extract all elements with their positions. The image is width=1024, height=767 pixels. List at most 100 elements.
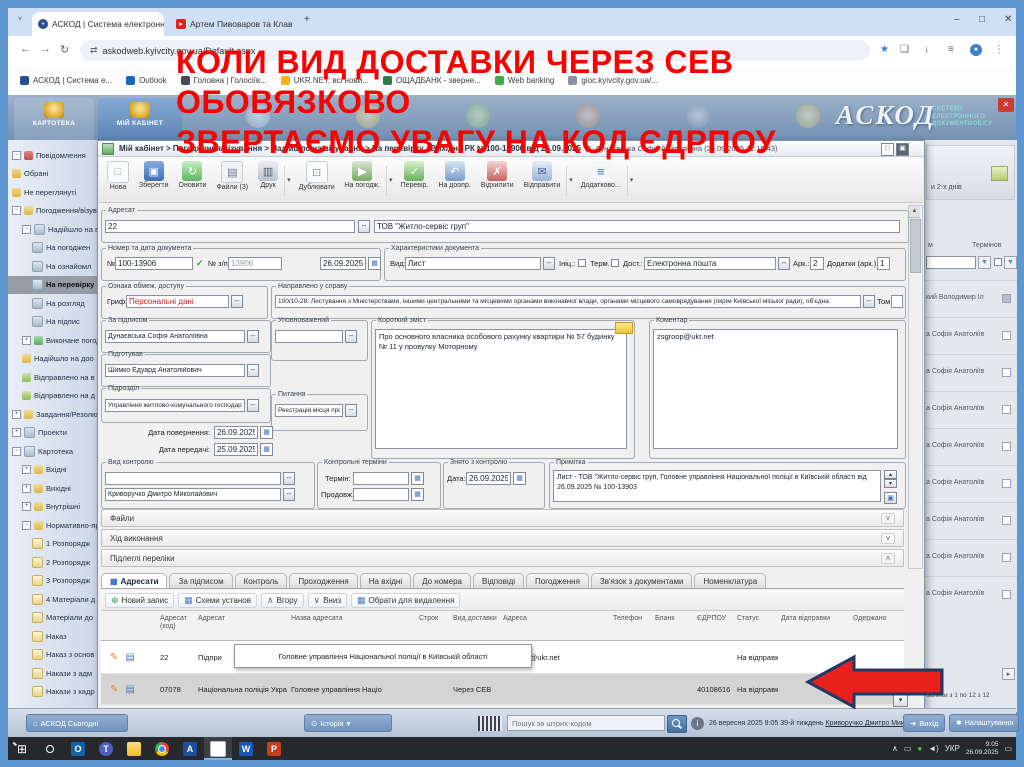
toolbar-button-refresh[interactable]: ↻ Оновити bbox=[175, 160, 211, 190]
grid-toolbar-button[interactable]: ⊕ Новий запис bbox=[105, 592, 175, 608]
tree-expander-icon[interactable]: − bbox=[12, 150, 21, 160]
signed-by-lookup-button[interactable]: -- bbox=[247, 330, 259, 343]
tree-expander-icon[interactable]: − bbox=[12, 206, 21, 216]
case-lookup-button[interactable]: -- bbox=[863, 295, 875, 308]
filter-input[interactable] bbox=[926, 256, 976, 269]
dropdown-arrow-icon[interactable]: ▾ bbox=[566, 166, 575, 196]
clock[interactable]: 9:05 26.09.2025 bbox=[966, 741, 999, 756]
forward-icon[interactable]: → bbox=[40, 43, 51, 55]
taskbar-search-icon[interactable] bbox=[36, 737, 64, 760]
tab-4[interactable]: Проходження bbox=[289, 573, 358, 588]
tab-7[interactable]: Відповіді bbox=[473, 573, 525, 588]
sidebar-item[interactable]: 2 Розпорядж bbox=[8, 553, 97, 572]
filter-checkbox[interactable] bbox=[994, 258, 1002, 266]
controller-lookup-button[interactable]: -- bbox=[283, 488, 295, 501]
pages-input[interactable] bbox=[810, 257, 824, 270]
askod-app-icon[interactable]: A bbox=[176, 737, 204, 760]
back-icon[interactable]: ← bbox=[20, 43, 31, 55]
column-header[interactable]: Одержано bbox=[850, 611, 904, 640]
grid-toolbar-button[interactable]: ▦ Обрати для видалення bbox=[350, 592, 461, 608]
form-scrollbar[interactable]: ▲ bbox=[908, 205, 923, 569]
tab-1[interactable]: ▦ Адресати bbox=[101, 573, 168, 588]
language-indicator[interactable]: УКР bbox=[945, 744, 960, 753]
transfer-date-input[interactable] bbox=[214, 443, 258, 456]
sidebar-item[interactable]: На перевірку bbox=[8, 275, 97, 294]
tree-expander-icon[interactable]: + bbox=[22, 483, 31, 493]
section-bar[interactable]: Підлеглі переліки ˄ bbox=[101, 549, 904, 567]
tree-expander-icon[interactable]: − bbox=[12, 446, 21, 456]
column-header[interactable]: ЄДРПОУ bbox=[694, 611, 734, 640]
powerpoint-app-icon[interactable]: P bbox=[260, 737, 288, 760]
column-header[interactable]: Назва адресата bbox=[288, 611, 416, 640]
sidebar-item[interactable]: − Нормативно-пра bbox=[8, 516, 97, 535]
checkbox[interactable] bbox=[1002, 590, 1011, 599]
save-note-icon[interactable]: ▣ bbox=[884, 492, 897, 504]
checkbox[interactable] bbox=[1002, 331, 1011, 340]
chevron-icon[interactable]: ˅ bbox=[881, 512, 895, 524]
doc-number-input[interactable] bbox=[115, 257, 193, 270]
checkbox[interactable] bbox=[1002, 405, 1011, 414]
tree-expander-icon[interactable]: + bbox=[22, 465, 31, 475]
term-date-input[interactable] bbox=[353, 472, 409, 485]
sidebar-item[interactable]: − Надійшло на візу bbox=[8, 220, 97, 239]
display-icon[interactable]: ▭ bbox=[904, 744, 912, 753]
settings-button[interactable]: ✱ Налаштування bbox=[949, 714, 1019, 732]
sidebar-item[interactable]: Обрані bbox=[8, 165, 97, 184]
calendar-icon[interactable]: ▦ bbox=[260, 443, 273, 456]
active-document-app-icon[interactable] bbox=[204, 737, 232, 760]
delivery-lookup-button[interactable]: -- bbox=[778, 257, 790, 270]
sidebar-item[interactable]: 3 Розпорядж bbox=[8, 572, 97, 591]
restore-window-icon[interactable]: □ bbox=[979, 14, 985, 25]
calendar-icon[interactable]: ▦ bbox=[368, 257, 381, 270]
column-header[interactable]: Адреса bbox=[500, 611, 610, 640]
grif-input[interactable] bbox=[126, 295, 229, 308]
tray-chevron-icon[interactable]: ∧ bbox=[892, 744, 898, 753]
prepared-by-input[interactable] bbox=[105, 364, 245, 377]
doc-date-input[interactable] bbox=[320, 257, 366, 270]
summary-textarea[interactable]: Про основного власника особового рахунку… bbox=[375, 329, 627, 449]
checkbox[interactable] bbox=[1002, 553, 1011, 562]
toolbar-button-send[interactable]: ✉ Відправити bbox=[520, 160, 565, 190]
column-header[interactable]: Адресат (код) bbox=[157, 611, 195, 640]
document-icon[interactable]: ▤ bbox=[125, 684, 134, 695]
department-input[interactable] bbox=[105, 399, 245, 412]
sidebar-item[interactable]: + Завдання/Резолюці bbox=[8, 405, 97, 424]
edit-icon[interactable]: ✎ bbox=[110, 652, 118, 663]
bookmark-item[interactable]: Outlook bbox=[126, 76, 167, 85]
sidebar-item[interactable]: Накази з адм bbox=[8, 664, 97, 683]
pager-next-icon[interactable]: ▸ bbox=[1002, 668, 1015, 680]
tab-kartoteka[interactable]: КАРТОТЕКА bbox=[14, 98, 94, 140]
sidebar-item[interactable]: На розгляд bbox=[8, 294, 97, 313]
authorized-lookup-button[interactable]: -- bbox=[345, 330, 357, 343]
grid-toolbar-button[interactable]: ∧ Вгору bbox=[261, 592, 304, 608]
tab-10[interactable]: Номенклатура bbox=[694, 573, 767, 588]
tab-5[interactable]: На вхідні bbox=[359, 573, 412, 588]
checkbox[interactable] bbox=[1002, 479, 1011, 488]
note-textarea[interactable]: Лист - ТОВ "Житло-сервіс груп, Головне у… bbox=[553, 470, 881, 502]
init-checkbox[interactable] bbox=[578, 259, 586, 267]
sidebar-item[interactable]: − Повідомлення bbox=[8, 146, 97, 165]
off-control-date-input[interactable] bbox=[466, 472, 511, 485]
dropdown-arrow-icon[interactable]: ▾ bbox=[284, 166, 293, 196]
browser-tab-music[interactable]: ▸ Артем Пивоваров та Клав ◄) ✕ bbox=[170, 12, 294, 36]
chevron-icon[interactable]: ˄ bbox=[881, 552, 895, 564]
tab-9[interactable]: Зв'язок з документами bbox=[590, 573, 693, 588]
teams-app-icon[interactable]: T bbox=[92, 737, 120, 760]
calendar-icon[interactable]: ▦ bbox=[411, 488, 424, 501]
word-app-icon[interactable]: W bbox=[232, 737, 260, 760]
sidebar-item[interactable]: + Внутрішні bbox=[8, 498, 97, 517]
attachments-input[interactable] bbox=[877, 257, 890, 270]
sidebar-item[interactable]: + Проекти bbox=[8, 424, 97, 443]
toolbar-button-print[interactable]: ▥ Друк bbox=[254, 160, 282, 190]
sidebar-item[interactable]: Накази з кадр bbox=[8, 683, 97, 702]
tree-expander-icon[interactable]: + bbox=[12, 428, 21, 438]
return-date-input[interactable] bbox=[214, 426, 258, 439]
adresat-code-input[interactable] bbox=[105, 220, 355, 233]
sidebar-item[interactable]: + Вхідні bbox=[8, 461, 97, 480]
toolbar-button-reject[interactable]: ✗ Відхилити bbox=[477, 160, 518, 190]
new-tab-button[interactable]: + bbox=[304, 14, 310, 25]
section-bar[interactable]: Хід виконання ˅ bbox=[101, 529, 904, 547]
explorer-app-icon[interactable] bbox=[120, 737, 148, 760]
term-checkbox[interactable] bbox=[611, 259, 619, 267]
tab-my-cabinet[interactable]: МІЙ КАБІНЕТ bbox=[98, 98, 182, 140]
